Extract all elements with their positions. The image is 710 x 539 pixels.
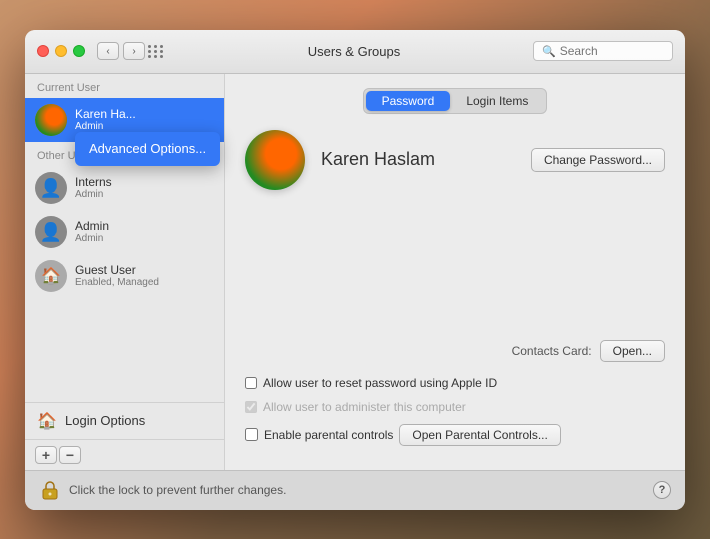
sidebar-item-interns[interactable]: 👤 Interns Admin xyxy=(25,166,224,210)
remove-user-button[interactable]: − xyxy=(59,446,81,464)
checkbox-administer[interactable] xyxy=(245,401,257,413)
user-name-admin: Admin xyxy=(75,219,214,233)
maximize-button[interactable] xyxy=(73,45,85,57)
parental-row: Enable parental controls Open Parental C… xyxy=(245,424,665,446)
open-contacts-button[interactable]: Open... xyxy=(600,340,665,362)
checkbox-apple-id[interactable] xyxy=(245,377,257,389)
lock-area: Click the lock to prevent further change… xyxy=(39,479,286,501)
tab-login-items[interactable]: Login Items xyxy=(450,91,544,111)
user-name-guest: Guest User xyxy=(75,263,214,277)
form-area: Contacts Card: Open... Allow user to res… xyxy=(245,210,665,456)
traffic-lights xyxy=(37,45,85,57)
sidebar-item-admin[interactable]: 👤 Admin Admin xyxy=(25,210,224,254)
nav-buttons: ‹ › xyxy=(97,42,145,60)
bottom-bar: Click the lock to prevent further change… xyxy=(25,470,685,510)
grid-button[interactable] xyxy=(145,42,167,60)
open-parental-controls-button[interactable]: Open Parental Controls... xyxy=(399,424,560,446)
checkbox-parental-label: Enable parental controls xyxy=(264,428,393,442)
user-name-karen: Karen Ha... xyxy=(75,107,214,121)
search-input[interactable] xyxy=(560,44,660,58)
advanced-options-dropdown[interactable]: Advanced Options... xyxy=(75,132,220,166)
titlebar: ‹ › Users & Groups 🔍 xyxy=(25,30,685,74)
login-options-label: Login Options xyxy=(65,413,145,428)
sidebar-item-guest[interactable]: 🏠 Guest User Enabled, Managed xyxy=(25,254,224,298)
sidebar-bottom: 🏠 Login Options + − xyxy=(25,402,224,470)
avatar-karen xyxy=(35,104,67,136)
checkbox-parental[interactable] xyxy=(245,428,258,441)
change-password-button[interactable]: Change Password... xyxy=(531,148,665,172)
user-detail-name: Karen Haslam xyxy=(321,149,531,170)
user-role-admin: Admin xyxy=(75,233,214,244)
window: ‹ › Users & Groups 🔍 Current User Karen xyxy=(25,30,685,510)
help-button[interactable]: ? xyxy=(653,481,671,499)
user-detail-avatar xyxy=(245,130,305,190)
checkbox-row-administer: Allow user to administer this computer xyxy=(245,400,665,414)
window-title: Users & Groups xyxy=(175,44,533,59)
grid-icon xyxy=(148,45,164,58)
tab-password[interactable]: Password xyxy=(366,91,451,111)
contacts-card-label: Contacts Card: xyxy=(512,344,592,358)
contacts-card-row: Contacts Card: Open... xyxy=(245,340,665,362)
avatar-interns: 👤 xyxy=(35,172,67,204)
sidebar-actions: + − xyxy=(25,439,224,470)
search-icon: 🔍 xyxy=(542,45,556,58)
avatar-guest: 🏠 xyxy=(35,260,67,292)
search-box[interactable]: 🔍 xyxy=(533,41,673,61)
checkbox-row-apple-id: Allow user to reset password using Apple… xyxy=(245,376,665,390)
checkbox-apple-id-label: Allow user to reset password using Apple… xyxy=(263,376,497,390)
user-detail: Karen Haslam Change Password... xyxy=(245,130,665,190)
lock-icon[interactable] xyxy=(39,479,61,501)
back-button[interactable]: ‹ xyxy=(97,42,119,60)
user-role-karen: Admin xyxy=(75,121,214,132)
lock-message: Click the lock to prevent further change… xyxy=(69,483,286,497)
segmented-control: Password Login Items xyxy=(363,88,548,114)
login-options-item[interactable]: 🏠 Login Options xyxy=(25,403,224,439)
current-user-label: Current User xyxy=(25,74,224,98)
avatar-admin: 👤 xyxy=(35,216,67,248)
sidebar: Current User Karen Ha... Admin Advanced … xyxy=(25,74,225,470)
main-panel: Password Login Items Karen Haslam Change… xyxy=(225,74,685,470)
close-button[interactable] xyxy=(37,45,49,57)
advanced-options-label: Advanced Options... xyxy=(89,141,206,156)
user-role-guest: Enabled, Managed xyxy=(75,277,214,288)
checkbox-administer-label: Allow user to administer this computer xyxy=(263,400,466,414)
user-name-interns: Interns xyxy=(75,175,214,189)
minimize-button[interactable] xyxy=(55,45,67,57)
add-user-button[interactable]: + xyxy=(35,446,57,464)
content-area: Current User Karen Ha... Admin Advanced … xyxy=(25,74,685,470)
house-icon: 🏠 xyxy=(37,411,57,431)
forward-button[interactable]: › xyxy=(123,42,145,60)
user-role-interns: Admin xyxy=(75,189,214,200)
